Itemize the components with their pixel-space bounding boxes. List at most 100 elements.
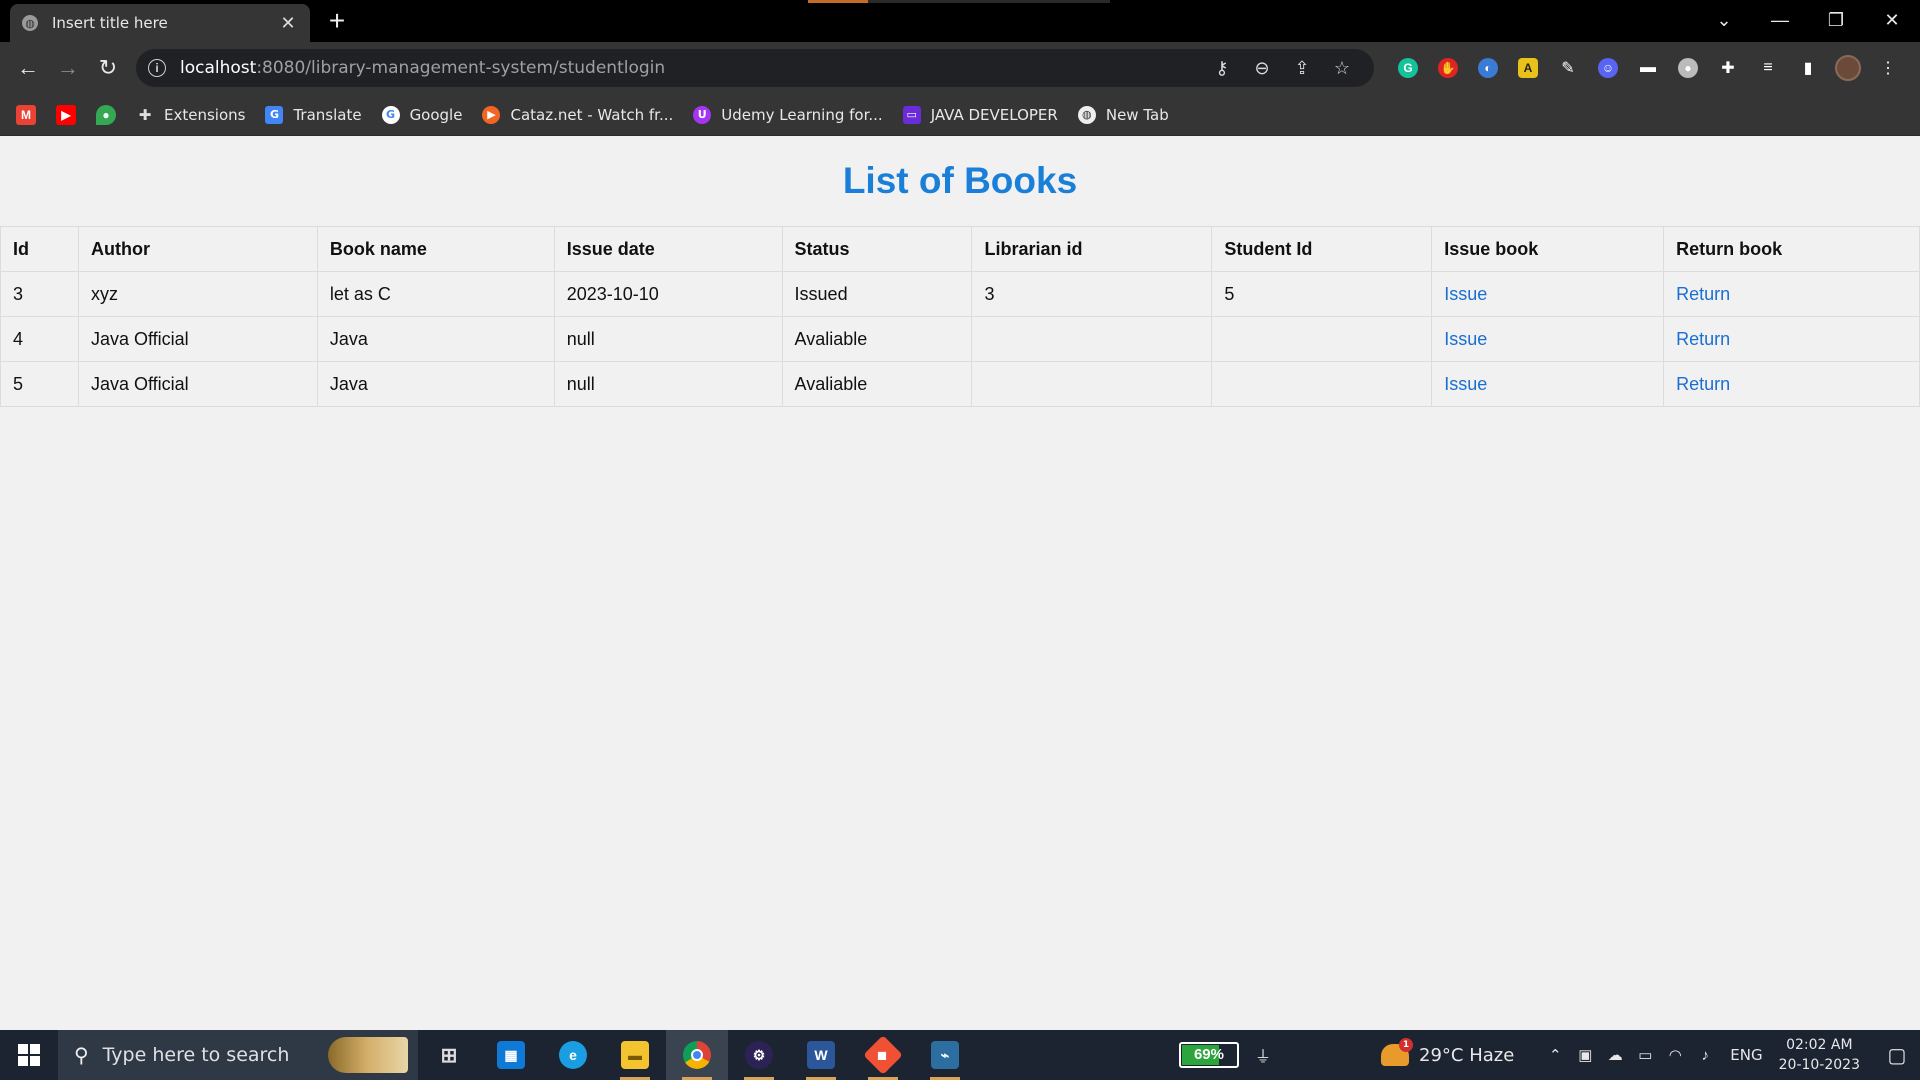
site-info-icon[interactable]: i bbox=[148, 59, 166, 77]
cell-issue: Issue bbox=[1431, 271, 1665, 317]
battery-tray-icon[interactable]: ▭ bbox=[1630, 1046, 1660, 1064]
language-indicator[interactable]: ENG bbox=[1730, 1046, 1762, 1064]
column-header: Return book bbox=[1663, 226, 1920, 272]
gmail-icon[interactable]: M bbox=[16, 104, 36, 125]
bookmark-cataz[interactable]: ▶ Cataz.net - Watch fr... bbox=[482, 105, 674, 124]
bookmark-udemy[interactable]: U Udemy Learning for... bbox=[693, 105, 883, 124]
discord-extension-icon[interactable]: ☺ bbox=[1592, 52, 1624, 84]
battery-indicator[interactable]: 69% bbox=[1178, 1042, 1239, 1068]
minimize-button[interactable]: — bbox=[1752, 0, 1808, 40]
browser-toolbar: ← → ↻ i localhost :8080/library-manageme… bbox=[0, 42, 1920, 94]
cell-return: Return bbox=[1663, 316, 1920, 362]
page-title: List of Books bbox=[842, 160, 1078, 201]
grey-extension-icon[interactable]: ● bbox=[1672, 52, 1704, 84]
cell-status: Avaliable bbox=[781, 361, 973, 407]
cell-student-id: 5 bbox=[1211, 271, 1433, 317]
weather-widget[interactable]: 1 29°C Haze bbox=[1381, 1038, 1514, 1066]
issue-link[interactable]: Issue bbox=[1444, 329, 1487, 349]
eyedropper-extension-icon[interactable]: ✎ bbox=[1552, 52, 1584, 84]
reading-list-icon[interactable]: ≡ bbox=[1752, 52, 1784, 84]
clock-time: 02:02 AM bbox=[1786, 1037, 1853, 1053]
bookmarks-bar: M ▶ ● ✚ Extensions G Translate G Google ▶ Ca… bbox=[0, 94, 1920, 136]
bookmark-label: Translate bbox=[293, 105, 362, 124]
youtube-icon[interactable]: ▶ bbox=[56, 104, 76, 125]
taskbar-search-box[interactable]: ⚲ Type here to search bbox=[58, 1030, 418, 1080]
share-icon[interactable]: ⇪ bbox=[1282, 58, 1322, 79]
reload-button[interactable]: ↻ bbox=[88, 48, 128, 88]
grammarly-extension-icon[interactable]: G bbox=[1392, 52, 1424, 84]
column-header: Status bbox=[781, 226, 973, 272]
return-link[interactable]: Return bbox=[1676, 329, 1730, 349]
adblock-extension-icon[interactable]: ✋ bbox=[1432, 52, 1464, 84]
cell-id: 4 bbox=[0, 316, 79, 362]
volume-icon[interactable]: ♪ bbox=[1690, 1047, 1720, 1064]
chevron-up-icon[interactable]: ⌃ bbox=[1540, 1046, 1570, 1064]
books-table: Id Author Book name Issue date Status Li… bbox=[0, 226, 1920, 407]
file-explorer-icon[interactable]: ▬ bbox=[604, 1030, 666, 1080]
bookmark-label: Cataz.net - Watch fr... bbox=[510, 105, 674, 124]
issue-link[interactable]: Issue bbox=[1444, 374, 1487, 394]
bookmark-java-developer[interactable]: ▭ JAVA DEVELOPER bbox=[902, 105, 1058, 124]
windows-logo-icon bbox=[18, 1044, 40, 1066]
url-path: :8080/library-management-system/studentl… bbox=[256, 58, 666, 78]
tab-search-chevron-icon[interactable]: ⌄ bbox=[1696, 0, 1752, 40]
puzzle-extensions-icon[interactable]: ✚ bbox=[1712, 52, 1744, 84]
return-link[interactable]: Return bbox=[1676, 374, 1730, 394]
microsoft-store-icon[interactable]: ▦ bbox=[480, 1030, 542, 1080]
bookmark-translate[interactable]: G Translate bbox=[265, 105, 362, 124]
address-bar[interactable]: i localhost :8080/library-management-sys… bbox=[136, 49, 1374, 87]
dark-extension-icon[interactable]: ▬ bbox=[1632, 52, 1664, 84]
cell-book-name: Java bbox=[316, 316, 555, 362]
weather-icon: 1 bbox=[1381, 1038, 1413, 1066]
maps-icon[interactable]: ● bbox=[96, 104, 116, 125]
wifi-icon[interactable]: ◠ bbox=[1660, 1046, 1690, 1064]
meet-icon[interactable]: ▣ bbox=[1570, 1046, 1600, 1064]
task-view-button[interactable]: ⊞ bbox=[418, 1030, 480, 1080]
mysql-workbench-icon[interactable]: ⌁ bbox=[914, 1030, 976, 1080]
clock-date: 20-10-2023 bbox=[1778, 1057, 1860, 1073]
bookmark-extensions[interactable]: ✚ Extensions bbox=[136, 105, 246, 124]
eclipse-icon[interactable]: ⚙ bbox=[728, 1030, 790, 1080]
cell-author: xyz bbox=[77, 271, 318, 317]
close-window-button[interactable]: ✕ bbox=[1864, 0, 1920, 40]
git-app-icon[interactable]: ◆ bbox=[852, 1030, 914, 1080]
column-header: Issue date bbox=[553, 226, 783, 272]
bookmark-label: Extensions bbox=[164, 105, 246, 124]
edge-browser-icon[interactable]: e bbox=[542, 1030, 604, 1080]
bookmark-star-icon[interactable]: ☆ bbox=[1322, 58, 1362, 79]
key-icon[interactable]: ⚷ bbox=[1202, 58, 1242, 79]
restore-button[interactable]: ❐ bbox=[1808, 0, 1864, 40]
zoom-icon[interactable]: ⊖ bbox=[1242, 58, 1282, 79]
word-icon[interactable]: W bbox=[790, 1030, 852, 1080]
cell-student-id bbox=[1211, 361, 1433, 407]
clock[interactable]: 02:02 AM 20-10-2023 bbox=[1779, 1035, 1860, 1075]
colorful-extension-icon[interactable]: ◐ bbox=[1472, 52, 1504, 84]
side-panel-icon[interactable]: ▮ bbox=[1792, 52, 1824, 84]
onedrive-cloud-icon[interactable]: ☁ bbox=[1600, 1046, 1630, 1064]
bookmark-google[interactable]: G Google bbox=[381, 105, 462, 124]
bookmark-label: JAVA DEVELOPER bbox=[930, 105, 1058, 124]
search-icon: ⚲ bbox=[74, 1043, 89, 1067]
new-tab-button[interactable]: + bbox=[322, 7, 352, 35]
yellow-extension-icon[interactable]: A bbox=[1512, 52, 1544, 84]
cell-student-id bbox=[1211, 316, 1433, 362]
column-header: Book name bbox=[316, 226, 555, 272]
return-link[interactable]: Return bbox=[1676, 284, 1730, 304]
column-header: Student Id bbox=[1211, 226, 1433, 272]
start-button[interactable] bbox=[0, 1030, 58, 1080]
back-button[interactable]: ← bbox=[8, 48, 48, 88]
forward-button[interactable]: → bbox=[48, 48, 88, 88]
cell-return: Return bbox=[1663, 271, 1920, 317]
issue-link[interactable]: Issue bbox=[1444, 284, 1487, 304]
column-header: Librarian id bbox=[971, 226, 1213, 272]
column-header: Id bbox=[0, 226, 79, 272]
bookmark-new-tab[interactable]: ◍ New Tab bbox=[1077, 105, 1169, 124]
tab-strip-indicator bbox=[808, 0, 1110, 3]
notification-center-icon[interactable]: ▢ bbox=[1874, 1030, 1920, 1080]
browser-tab[interactable]: ◍ Insert title here ✕ bbox=[10, 4, 310, 42]
close-tab-icon[interactable]: ✕ bbox=[278, 13, 298, 34]
profile-avatar[interactable] bbox=[1832, 52, 1864, 84]
chrome-taskbar-icon[interactable] bbox=[666, 1030, 728, 1080]
menu-kebab-icon[interactable]: ⋮ bbox=[1872, 52, 1904, 84]
search-placeholder: Type here to search bbox=[102, 1044, 290, 1066]
